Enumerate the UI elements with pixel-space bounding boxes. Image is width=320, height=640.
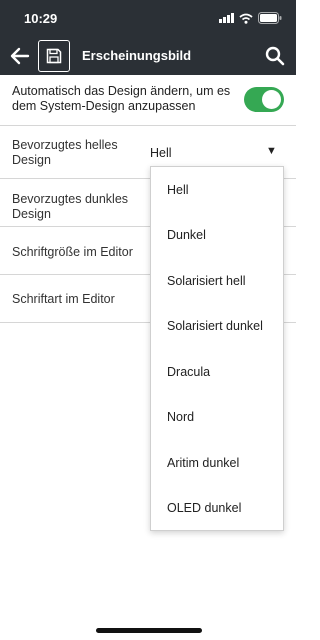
dropdown-option-solarisiert-hell[interactable]: Solarisiert hell — [151, 258, 283, 304]
auto-theme-row[interactable]: Automatisch das Design ändern, um es dem… — [0, 75, 296, 126]
back-button[interactable] — [7, 43, 33, 69]
save-icon — [46, 48, 62, 64]
status-time: 10:29 — [24, 11, 58, 26]
back-arrow-icon — [10, 47, 30, 65]
battery-icon — [258, 12, 282, 24]
status-icons — [219, 12, 282, 24]
search-icon — [265, 46, 285, 66]
dropdown-arrow-icon[interactable]: ▼ — [266, 145, 277, 157]
dropdown-option-dunkel[interactable]: Dunkel — [151, 213, 283, 259]
wifi-icon — [239, 13, 253, 24]
toggle-knob — [262, 90, 281, 109]
dropdown-option-solarisiert-dunkel[interactable]: Solarisiert dunkel — [151, 304, 283, 350]
app-bar: Erscheinungsbild — [0, 37, 296, 75]
auto-theme-toggle[interactable] — [244, 87, 284, 112]
dropdown-option-hell[interactable]: Hell — [151, 167, 283, 213]
dropdown-option-dracula[interactable]: Dracula — [151, 349, 283, 395]
preferred-light-theme-select[interactable]: Hell — [150, 146, 172, 160]
preferred-light-theme-label: Bevorzugtes helles Design — [12, 138, 118, 167]
search-button[interactable] — [262, 43, 288, 69]
dropdown-option-oled-dunkel[interactable]: OLED dunkel — [151, 486, 283, 532]
page-title: Erscheinungsbild — [82, 48, 192, 63]
dropdown-option-nord[interactable]: Nord — [151, 395, 283, 441]
preferred-dark-theme-label: Bevorzugtes dunkles Design — [12, 192, 129, 221]
theme-dropdown-menu: Hell Dunkel Solarisiert hell Solarisiert… — [150, 166, 284, 531]
home-indicator[interactable] — [96, 628, 202, 633]
dropdown-option-aritim-dunkel[interactable]: Aritim dunkel — [151, 440, 283, 486]
save-button[interactable] — [38, 40, 70, 72]
auto-theme-label: Automatisch das Design ändern, um es dem… — [12, 84, 231, 113]
signal-icon — [219, 13, 234, 23]
status-bar: 10:29 — [0, 0, 296, 37]
